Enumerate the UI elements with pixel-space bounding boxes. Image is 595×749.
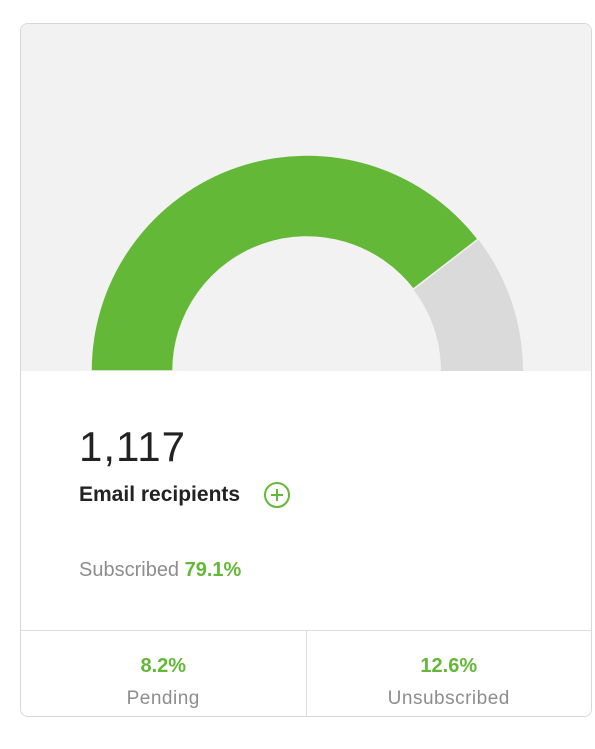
unsubscribed-value: 12.6% (420, 655, 478, 677)
pending-value: 8.2% (140, 655, 187, 677)
gauge-subscribed-arc (90, 154, 480, 371)
stats-footer: 8.2% Pending 12.6% Unsubscribed (21, 630, 592, 716)
pending-stat: 8.2% Pending (21, 631, 306, 716)
recipients-label: Email recipients (79, 483, 241, 506)
stats-section: 1,117 Email recipients Subscribed 79.1% (21, 371, 591, 630)
subscribed-label: Subscribed (79, 559, 180, 581)
subscribed-stat: Subscribed 79.1% (79, 559, 241, 582)
subscription-gauge (90, 154, 523, 371)
plus-icon (271, 489, 284, 501)
pending-label: Pending (126, 688, 200, 709)
unsubscribed-label: Unsubscribed (387, 688, 510, 709)
label-row: Email recipients (79, 482, 291, 508)
email-recipients-card: 1,117 Email recipients Subscribed 79.1% … (20, 23, 592, 717)
gauge-area (21, 24, 591, 371)
add-recipient-button[interactable] (264, 482, 291, 508)
subscribed-value: 79.1% (184, 559, 242, 581)
recipient-count: 1,117 (79, 423, 186, 470)
unsubscribed-stat: 12.6% Unsubscribed (305, 631, 592, 716)
